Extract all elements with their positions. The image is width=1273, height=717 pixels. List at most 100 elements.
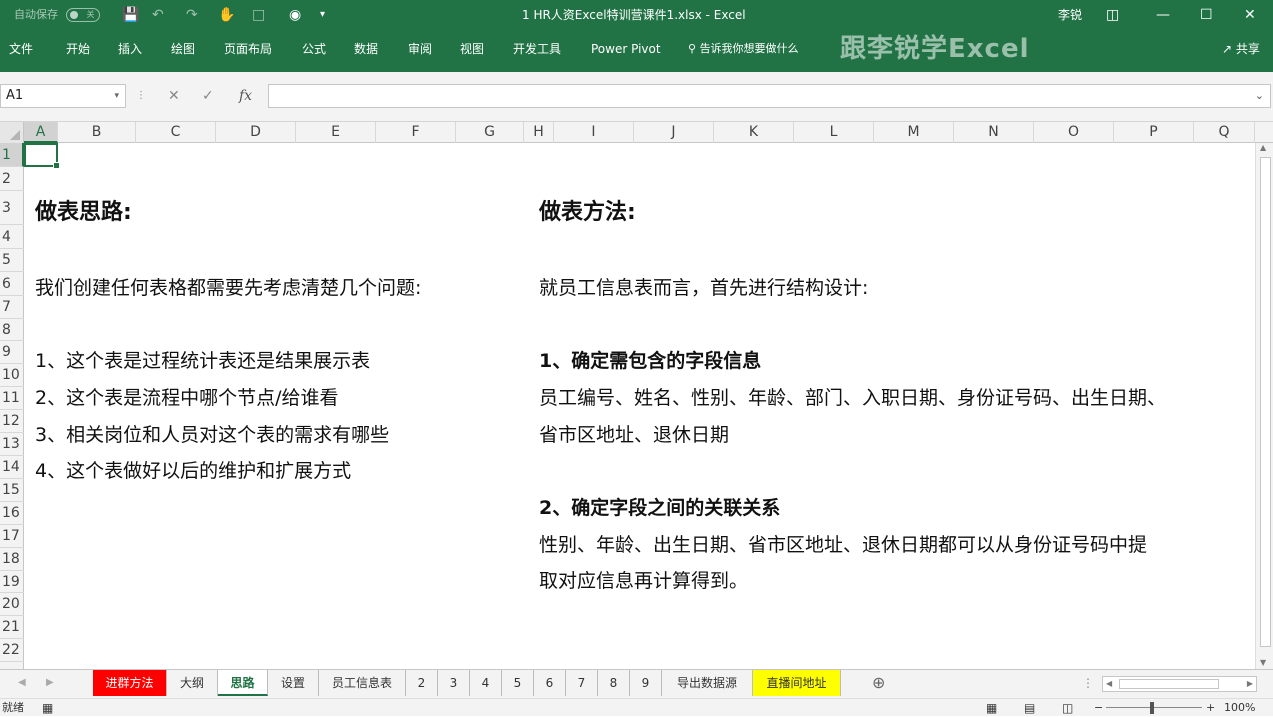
tab-power-pivot[interactable]: Power Pivot [591, 30, 661, 68]
sheet-tab[interactable]: 8 [598, 670, 630, 696]
customize-qat-icon[interactable]: ▾ [320, 0, 325, 30]
sheet-tab[interactable]: 设置 [268, 670, 319, 696]
row-header[interactable]: 7 [0, 296, 24, 319]
ribbon-display-icon[interactable]: ◫ [1106, 0, 1119, 30]
sheet-tab[interactable]: 进群方法 [93, 670, 167, 696]
tab-developer[interactable]: 开发工具 [513, 30, 561, 68]
sheet-tab[interactable]: 大纲 [167, 670, 218, 696]
sheet-tab[interactable]: 9 [630, 670, 662, 696]
sheet-tab[interactable]: 3 [438, 670, 470, 696]
zoom-in-icon[interactable]: + [1206, 699, 1215, 717]
row-header[interactable]: 18 [0, 548, 24, 571]
sheet-tab[interactable]: 直播间地址 [753, 670, 841, 696]
prev-sheet-icon[interactable]: ◀ [18, 670, 26, 696]
chevron-down-icon[interactable]: ▾ [114, 85, 119, 107]
page-break-view-icon[interactable]: ◫ [1062, 699, 1073, 717]
row-header[interactable]: 22 [0, 639, 24, 662]
row-header[interactable]: 6 [0, 272, 24, 296]
column-header[interactable]: K [714, 122, 794, 143]
tell-me-box[interactable]: ⚲ 告诉我你想要做什么 [688, 30, 799, 68]
zoom-level[interactable]: 100% [1224, 699, 1255, 717]
tab-view[interactable]: 视图 [460, 30, 484, 68]
vertical-scrollbar[interactable]: ▲ ▼ [1255, 143, 1273, 669]
row-header[interactable]: 13 [0, 433, 24, 456]
row-header[interactable]: 17 [0, 525, 24, 548]
row-header[interactable]: 8 [0, 319, 24, 341]
row-header[interactable]: 14 [0, 456, 24, 479]
scroll-down-icon[interactable]: ▼ [1260, 658, 1266, 667]
row-header[interactable]: 1 [0, 143, 24, 167]
enter-icon[interactable]: ✓ [202, 84, 214, 108]
horizontal-scrollbar[interactable]: ◀ ▶ [1102, 676, 1257, 692]
row-header[interactable]: 15 [0, 479, 24, 502]
sheet-tab[interactable]: 7 [566, 670, 598, 696]
next-sheet-icon[interactable]: ▶ [46, 670, 54, 696]
column-header[interactable]: G [456, 122, 524, 143]
expand-formula-icon[interactable]: ⌄ [1255, 89, 1264, 102]
column-header[interactable]: C [136, 122, 216, 143]
autosave-toggle[interactable]: 自动保存 关 [14, 0, 100, 30]
column-header[interactable]: E [296, 122, 376, 143]
row-header[interactable]: 16 [0, 502, 24, 525]
row-header[interactable]: 5 [0, 249, 24, 272]
row-header[interactable]: 11 [0, 387, 24, 410]
sheet-tab[interactable]: 导出数据源 [662, 670, 753, 696]
column-header[interactable]: B [58, 122, 136, 143]
row-header[interactable]: 12 [0, 410, 24, 433]
zoom-out-icon[interactable]: − [1094, 699, 1103, 717]
name-box[interactable]: A1 ▾ [0, 84, 126, 108]
scroll-up-icon[interactable]: ▲ [1260, 143, 1266, 152]
row-header[interactable]: 10 [0, 364, 24, 387]
column-header[interactable]: H [524, 122, 554, 143]
camera-icon[interactable]: ◉ [289, 0, 301, 30]
save-icon[interactable]: 💾 [122, 0, 139, 30]
share-button[interactable]: ↗ 共享 [1222, 30, 1260, 68]
sheet-tab[interactable]: 员工信息表 [319, 670, 406, 696]
tab-insert[interactable]: 插入 [118, 30, 142, 68]
autosave-switch[interactable]: 关 [65, 8, 100, 22]
minimize-icon[interactable]: — [1156, 0, 1170, 30]
row-header[interactable]: 4 [0, 225, 24, 249]
column-header[interactable]: L [794, 122, 874, 143]
add-sheet-icon[interactable]: ⊕ [872, 670, 885, 696]
column-header[interactable]: N [954, 122, 1034, 143]
user-name[interactable]: 李锐 [1058, 0, 1082, 30]
tab-draw[interactable]: 绘图 [171, 30, 195, 68]
sheet-tab[interactable]: 5 [502, 670, 534, 696]
column-header[interactable]: Q [1194, 122, 1255, 143]
formula-input[interactable]: ⌄ [268, 84, 1271, 108]
column-header[interactable]: P [1114, 122, 1194, 143]
tab-home[interactable]: 开始 [66, 30, 90, 68]
undo-icon[interactable]: ↶ [152, 0, 164, 30]
select-all-button[interactable] [0, 122, 24, 143]
row-header[interactable]: 21 [0, 616, 24, 639]
column-header[interactable]: D [216, 122, 296, 143]
vertical-scroll-thumb[interactable] [1260, 157, 1271, 647]
column-header[interactable]: F [376, 122, 456, 143]
column-header[interactable]: I [554, 122, 634, 143]
scroll-right-icon[interactable]: ▶ [1247, 677, 1253, 691]
zoom-slider-thumb[interactable] [1150, 702, 1154, 714]
row-header[interactable]: 3 [0, 191, 24, 225]
maximize-icon[interactable]: ☐ [1200, 0, 1213, 30]
insert-function-icon[interactable]: fx [239, 84, 252, 108]
touch-mode-icon[interactable]: ✋ [218, 0, 235, 30]
cancel-icon[interactable]: ✕ [168, 84, 180, 108]
row-header[interactable]: 19 [0, 571, 24, 593]
sheet-tab[interactable]: 2 [406, 670, 438, 696]
column-header[interactable]: A [24, 122, 58, 143]
macro-record-icon[interactable]: ▦ [42, 699, 53, 717]
page-layout-view-icon[interactable]: ▤ [1024, 699, 1035, 717]
vertical-dots-icon[interactable]: ⋮ [1082, 670, 1094, 696]
zoom-slider-track[interactable] [1106, 707, 1202, 708]
row-header[interactable]: 20 [0, 593, 24, 616]
sheet-tab[interactable]: 思路 [218, 670, 268, 696]
tab-file[interactable]: 文件 [9, 30, 33, 68]
normal-view-icon[interactable]: ▦ [986, 699, 997, 717]
column-header[interactable]: M [874, 122, 954, 143]
tab-page-layout[interactable]: 页面布局 [224, 30, 272, 68]
horizontal-scroll-thumb[interactable] [1119, 679, 1219, 689]
tab-review[interactable]: 审阅 [408, 30, 432, 68]
tab-data[interactable]: 数据 [354, 30, 378, 68]
column-header[interactable]: O [1034, 122, 1114, 143]
